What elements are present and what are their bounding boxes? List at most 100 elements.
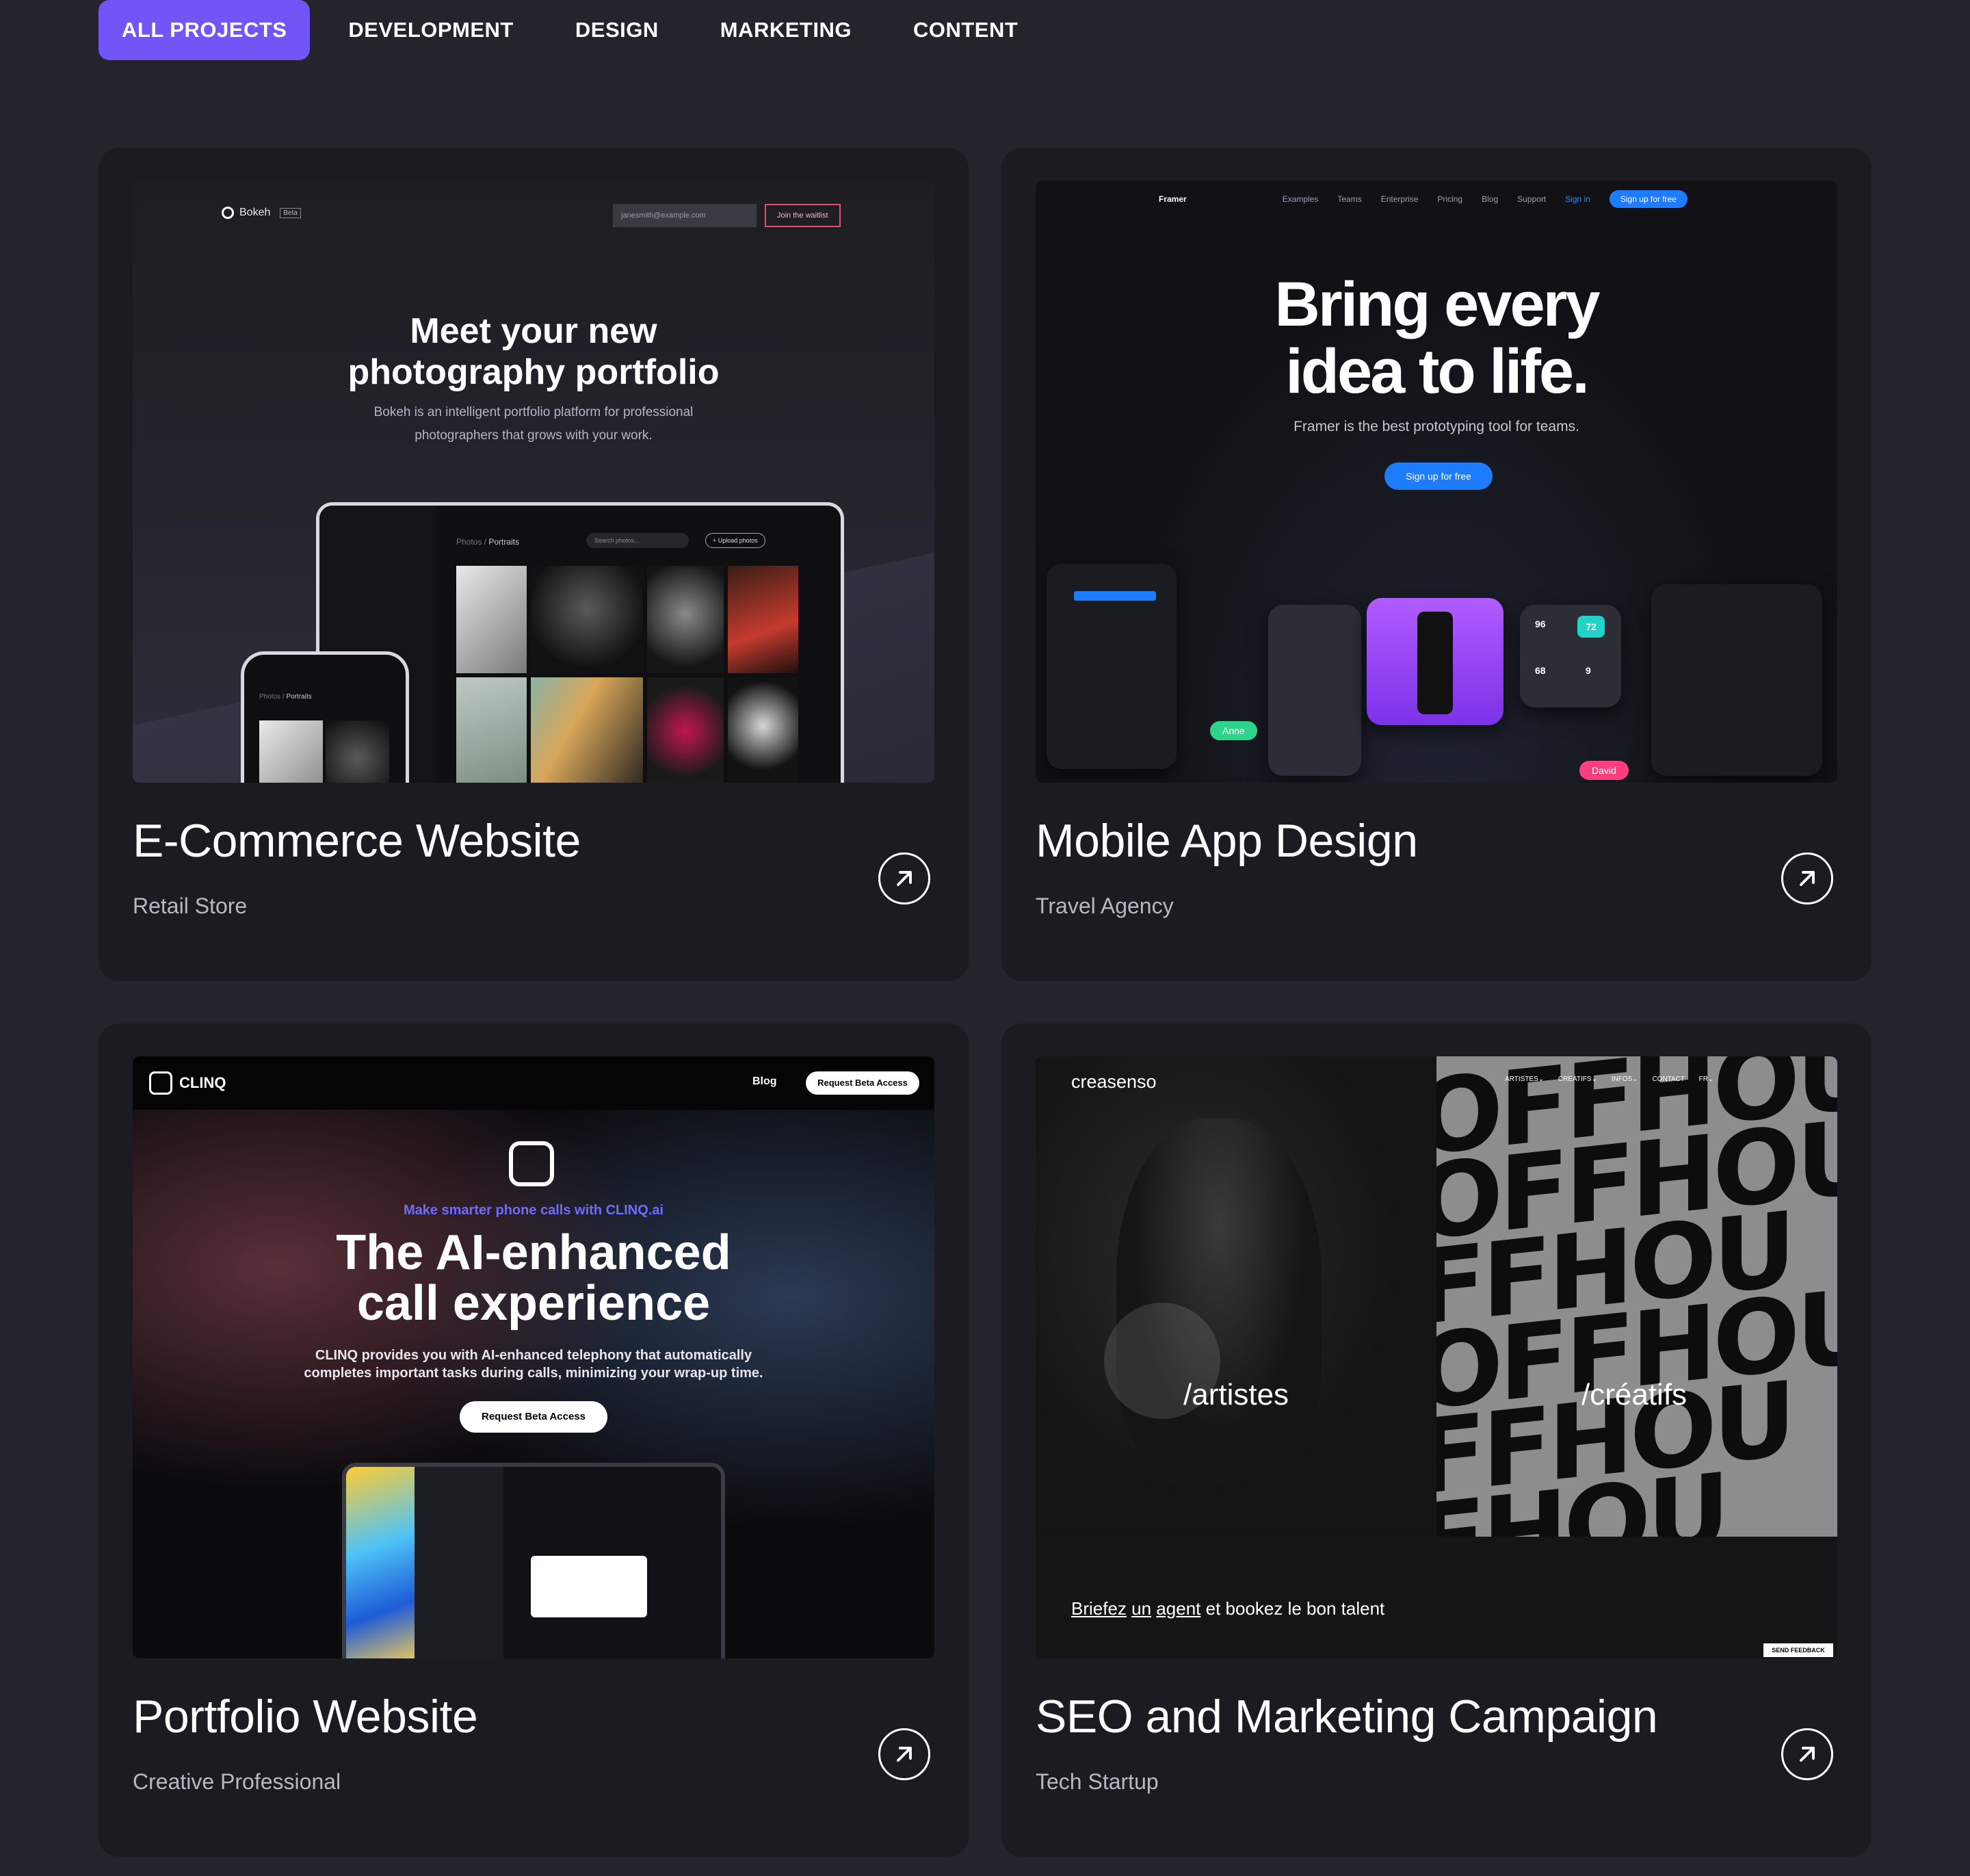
- map-card: [531, 1556, 647, 1617]
- project-client: Tech Startup: [1036, 1769, 1159, 1794]
- project-title: Portfolio Website: [133, 1691, 478, 1743]
- clinq-logo: CLINQ: [149, 1071, 226, 1095]
- open-project-button[interactable]: [1781, 852, 1833, 904]
- arrow-up-right-icon: [897, 1747, 912, 1762]
- contact-list: [415, 1467, 503, 1658]
- bokeh-logo: Bokeh Beta: [222, 207, 301, 219]
- tagline-word: un: [1131, 1598, 1152, 1619]
- clinq-blog-link: Blog: [752, 1076, 777, 1087]
- project-preview-image: Bokeh Beta janesmith@example.com Join th…: [133, 181, 934, 783]
- creasenso-menu: ARTISTES⌄ CREATIFS⌄ INFOS⌄ CONTACT FR⌄: [1505, 1076, 1714, 1083]
- photo-thumb: [326, 720, 389, 783]
- project-preview-image: Framer Examples Teams Enterprise Pricing…: [1036, 181, 1837, 783]
- photo-thumb: [530, 566, 643, 673]
- clinq-app-icon: [509, 1141, 554, 1186]
- breadcrumb-root: Photos /: [456, 537, 487, 547]
- tab-development[interactable]: DEVELOPMENT: [325, 0, 536, 60]
- framer-nav-item: Examples: [1282, 194, 1319, 204]
- preview-kicker: Make smarter phone calls with CLINQ.ai: [403, 1203, 664, 1218]
- preview-body: Framer is the best prototyping tool for …: [1293, 419, 1579, 434]
- call-panel: [503, 1467, 721, 1658]
- preview-headline: The AI-enhanced call experience: [133, 1227, 934, 1329]
- open-project-button[interactable]: [1781, 1728, 1833, 1780]
- project-card-portfolio[interactable]: CLINQ Blog Request Beta Access Make smar…: [98, 1024, 969, 1857]
- project-client: Creative Professional: [133, 1769, 341, 1794]
- upload-photos-button: + Upload photos: [705, 533, 765, 548]
- phone-breadcrumb: Photos / Portraits: [259, 693, 312, 701]
- project-client: Travel Agency: [1036, 894, 1174, 918]
- selected-layer: [1074, 591, 1156, 601]
- framer-nav-cta: Sign up for free: [1609, 190, 1687, 208]
- tagline-rest: et bookez le bon talent: [1205, 1598, 1385, 1619]
- open-project-button[interactable]: [878, 1728, 930, 1780]
- creasenso-tagline: Briefez un agent et bookez le bon talent: [1071, 1598, 1384, 1619]
- arrow-up-right-icon: [897, 871, 912, 886]
- photo-thumb: [530, 677, 643, 783]
- headline-line-1: The AI-enhanced: [336, 1225, 731, 1280]
- stat-value: 9: [1586, 665, 1591, 676]
- phone-breadcrumb-page: Portraits: [286, 693, 312, 701]
- request-beta-button: Request Beta Access: [460, 1401, 607, 1433]
- phone-photo-row: [259, 720, 389, 783]
- artistes-label: /artistes: [1183, 1378, 1289, 1411]
- body-line-1: CLINQ provides you with AI-enhanced tele…: [315, 1348, 752, 1363]
- cursor-chip-anne: Anne: [1210, 721, 1257, 740]
- tab-design[interactable]: DESIGN: [552, 0, 682, 60]
- photo-thumb: [728, 677, 798, 783]
- join-waitlist-button: Join the waitlist: [765, 204, 841, 227]
- phone-breadcrumb-root: Photos /: [259, 693, 285, 701]
- creatifs-panel: OFFHOU OFFHOU FFHOU OFFHOUF FFHOU FHOU /…: [1436, 1056, 1837, 1537]
- project-card-mobile-app[interactable]: Framer Examples Teams Enterprise Pricing…: [1001, 148, 1872, 981]
- framer-signin: Sign in: [1565, 194, 1590, 204]
- framer-nav-item: Blog: [1482, 194, 1499, 204]
- project-card-seo-marketing[interactable]: /artistes OFFHOU OFFHOU FFHOU OFFHOUF FF…: [1001, 1024, 1872, 1857]
- framer-nav-item: Support: [1517, 194, 1547, 204]
- search-photos-field: Search photos...: [586, 533, 689, 548]
- properties-panel: [1651, 584, 1822, 776]
- framer-nav: Framer Examples Teams Enterprise Pricing…: [1159, 189, 1714, 209]
- project-title: E-Commerce Website: [133, 815, 581, 867]
- body-line-2: completes important tasks during calls, …: [304, 1366, 763, 1381]
- photo-thumb: [646, 566, 724, 673]
- creasenso-brand: creasenso: [1071, 1071, 1157, 1092]
- photo-thumb: [456, 566, 527, 673]
- project-preview-image: CLINQ Blog Request Beta Access Make smar…: [133, 1056, 934, 1658]
- laptop-mockup: [342, 1463, 725, 1658]
- photo-grid: [456, 566, 798, 783]
- creatifs-label: /créatifs: [1581, 1378, 1687, 1411]
- headline-line-1: Bring every: [1274, 270, 1600, 339]
- artistes-panel: /artistes: [1036, 1056, 1436, 1537]
- headline-line-2: idea to life.: [1285, 337, 1590, 406]
- framer-brand: Framer: [1159, 194, 1187, 204]
- project-client: Retail Store: [133, 894, 248, 918]
- preview-headline: Bring every idea to life.: [1036, 271, 1837, 405]
- email-field: janesmith@example.com: [613, 204, 757, 227]
- preview-headline: Meet your new photography portfolio: [133, 311, 934, 393]
- stat-value: 96: [1535, 618, 1546, 629]
- component-card: [1268, 605, 1361, 776]
- phone-preview: [1417, 612, 1453, 714]
- phone-mockup: Photos / Portraits: [241, 651, 409, 783]
- preview-body: Bokeh is an intelligent portfolio platfo…: [133, 401, 934, 447]
- body-line-1: Bokeh is an intelligent portfolio platfo…: [373, 405, 694, 419]
- tab-marketing[interactable]: MARKETING: [697, 0, 875, 60]
- sculpture-bust: [1116, 1118, 1322, 1474]
- tab-content[interactable]: CONTENT: [890, 0, 1041, 60]
- layers-panel: [1047, 564, 1177, 769]
- arrow-up-right-icon: [1800, 871, 1815, 886]
- stat-value: 72: [1577, 616, 1605, 638]
- open-project-button[interactable]: [878, 852, 930, 904]
- project-card-ecommerce[interactable]: Bokeh Beta janesmith@example.com Join th…: [98, 148, 969, 981]
- beta-badge: Beta: [280, 207, 301, 218]
- tab-all-projects[interactable]: ALL PROJECTS: [98, 0, 311, 60]
- app-breadcrumb: Photos / Portraits: [456, 537, 519, 547]
- headline-line-1: Meet your new: [410, 311, 657, 351]
- prototype-card: [1367, 598, 1503, 725]
- clinq-nav-cta: Request Beta Access: [806, 1071, 919, 1095]
- photo-thumb: [646, 677, 724, 783]
- framer-nav-item: Enterprise: [1380, 194, 1419, 204]
- stat-value: 68: [1535, 665, 1546, 676]
- send-feedback-button: SEND FEEDBACK: [1763, 1643, 1833, 1657]
- breadcrumb-page: Portraits: [488, 537, 520, 547]
- framer-nav-item: Pricing: [1437, 194, 1463, 204]
